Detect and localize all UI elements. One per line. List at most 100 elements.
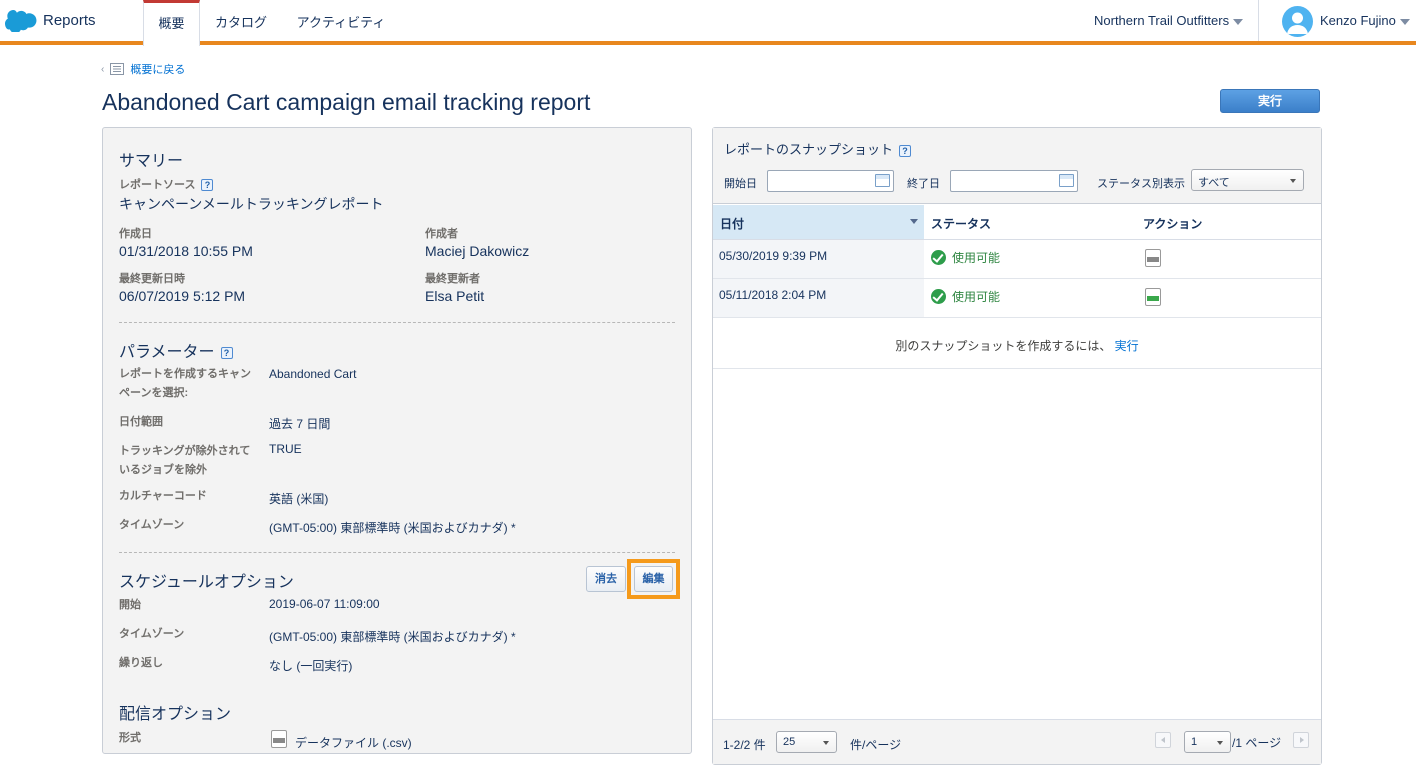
chevron-left-icon: ‹ xyxy=(101,63,105,75)
snapshots-filter-bar: レポートのスナップショット? 開始日 終了日 ステータス別表示 すべて xyxy=(713,128,1321,204)
user-name: Kenzo Fujino xyxy=(1320,13,1396,28)
schedule-label: 開始 xyxy=(119,599,141,611)
created-date-label: 作成日 xyxy=(119,228,152,240)
schedule-value: (GMT-05:00) 東部標準時 (米国およびカナダ) * xyxy=(269,630,516,644)
report-details-panel: サマリー レポートソース? キャンペーンメールトラッキングレポート 作成日 01… xyxy=(102,127,692,754)
check-circle-icon xyxy=(931,289,946,304)
tab-overview[interactable]: 概要 xyxy=(143,0,200,46)
report-source-label: レポートソース? xyxy=(119,176,214,195)
clear-schedule-button[interactable]: 消去 xyxy=(586,566,626,592)
param-label: タイムゾーン xyxy=(119,519,185,531)
app-name[interactable]: Reports xyxy=(43,12,96,29)
column-header-status[interactable]: ステータス xyxy=(924,205,1136,240)
org-name: Northern Trail Outfitters xyxy=(1094,13,1230,28)
snapshot-status: 使用可能 xyxy=(931,288,1000,305)
run-report-button[interactable]: 実行 xyxy=(1220,89,1320,113)
end-date-input[interactable] xyxy=(950,170,1078,192)
row-divider xyxy=(713,317,1321,318)
param-value: TRUE xyxy=(269,442,302,456)
delivery-title: 配信オプション xyxy=(119,706,232,723)
tab-label: 概要 xyxy=(158,16,185,31)
modified-date-value: 06/07/2019 5:12 PM xyxy=(119,288,246,304)
salesforce-cloud-icon[interactable] xyxy=(5,10,37,32)
sort-desc-icon xyxy=(910,219,918,224)
param-label: カルチャーコード xyxy=(119,490,207,502)
check-circle-icon xyxy=(931,250,946,265)
row-divider xyxy=(713,368,1321,369)
edit-schedule-button[interactable]: 編集 xyxy=(634,566,673,592)
param-label: レポートを作成するキャン ペーンを選択: xyxy=(119,368,251,399)
per-page-select[interactable]: 25 xyxy=(776,731,837,753)
param-label: 日付範囲 xyxy=(119,416,163,428)
tab-label: アクティビティ xyxy=(296,15,386,30)
header-accent-bar xyxy=(0,41,1416,45)
chevron-down-icon xyxy=(1290,179,1296,183)
chevron-down-icon xyxy=(1233,18,1244,25)
schedule-title: スケジュールオプション xyxy=(119,574,294,591)
download-snapshot-icon[interactable] xyxy=(1145,249,1161,267)
param-label: トラッキングが除外されて いるジョブを除外 xyxy=(119,445,251,476)
help-icon[interactable]: ? xyxy=(201,179,214,192)
tab-catalog[interactable]: カタログ xyxy=(212,0,270,44)
param-value: 過去 7 日間 xyxy=(269,417,331,431)
help-icon[interactable]: ? xyxy=(220,346,233,359)
org-switcher[interactable]: Northern Trail Outfitters xyxy=(1094,13,1244,28)
format-value: データファイル (.csv) xyxy=(295,736,412,750)
snapshot-status: 使用可能 xyxy=(931,249,1000,266)
status-filter-label: ステータス別表示 xyxy=(1097,178,1185,190)
chevron-down-icon xyxy=(1399,18,1410,25)
chevron-down-icon xyxy=(823,741,829,745)
back-label: 概要に戻る xyxy=(130,64,186,76)
section-divider xyxy=(119,552,675,553)
status-filter-select[interactable]: すべて xyxy=(1191,169,1304,191)
back-to-overview-link[interactable]: ‹ 概要に戻る xyxy=(101,61,185,77)
global-header: Reports 概要 カタログ アクティビティ Northern Trail O… xyxy=(0,0,1416,46)
per-page-value: 25 xyxy=(783,736,796,748)
user-menu[interactable]: Kenzo Fujino xyxy=(1320,13,1410,28)
schedule-label: タイムゾーン xyxy=(119,628,185,640)
row-divider xyxy=(713,278,1321,279)
report-source-value: キャンペーンメールトラッキングレポート xyxy=(119,196,384,212)
column-header-date[interactable]: 日付 xyxy=(713,205,924,240)
param-value: (GMT-05:00) 東部標準時 (米国およびカナダ) * xyxy=(269,521,516,535)
prev-page-button[interactable] xyxy=(1155,732,1171,748)
calendar-icon[interactable] xyxy=(875,174,890,187)
creator-label: 作成者 xyxy=(425,228,458,240)
next-page-button[interactable] xyxy=(1293,732,1309,748)
tab-label: カタログ xyxy=(214,15,267,30)
section-divider xyxy=(119,322,675,323)
snapshot-date: 05/11/2018 2:04 PM xyxy=(719,288,827,302)
format-label: 形式 xyxy=(119,732,141,744)
summary-title: サマリー xyxy=(119,153,184,170)
run-link[interactable]: 実行 xyxy=(1115,339,1139,353)
page-suffix: /1 ページ xyxy=(1232,736,1282,750)
param-value: Abandoned Cart xyxy=(269,367,357,381)
download-snapshot-icon[interactable] xyxy=(1145,288,1161,306)
modifier-label: 最終更新者 xyxy=(425,273,480,285)
calendar-icon[interactable] xyxy=(1059,174,1074,187)
page-number-select[interactable]: 1 xyxy=(1184,731,1231,753)
user-avatar[interactable] xyxy=(1282,6,1313,37)
chevron-down-icon xyxy=(1217,741,1223,745)
create-snapshot-prompt: 別のスナップショットを作成するには、 実行 xyxy=(895,339,1139,353)
per-page-suffix: 件/ページ xyxy=(850,738,902,752)
pagination-bar: 1-2/2 件 25 件/ページ 1 /1 ページ xyxy=(713,719,1321,764)
modified-date-label: 最終更新日時 xyxy=(119,273,185,285)
schedule-label: 繰り返し xyxy=(119,657,163,669)
tab-activity[interactable]: アクティビティ xyxy=(294,0,388,44)
column-header-action: アクション xyxy=(1136,205,1321,240)
created-date-value: 01/31/2018 10:55 PM xyxy=(119,243,253,259)
help-icon[interactable]: ? xyxy=(899,144,912,157)
user-icon xyxy=(1287,12,1308,34)
status-filter-value: すべて xyxy=(1198,177,1230,189)
list-icon xyxy=(110,63,125,75)
page-number-value: 1 xyxy=(1191,736,1198,748)
schedule-value: 2019-06-07 11:09:00 xyxy=(269,597,380,611)
divider xyxy=(1258,0,1259,41)
start-date-input[interactable] xyxy=(767,170,894,192)
parameters-title: パラメーター? xyxy=(119,338,233,362)
param-value: 英語 (米国) xyxy=(269,492,329,506)
snapshots-title: レポートのスナップショット? xyxy=(724,139,912,158)
creator-value: Maciej Dakowicz xyxy=(425,243,530,259)
snapshots-panel: レポートのスナップショット? 開始日 終了日 ステータス別表示 すべて 日付 ス… xyxy=(712,127,1322,765)
